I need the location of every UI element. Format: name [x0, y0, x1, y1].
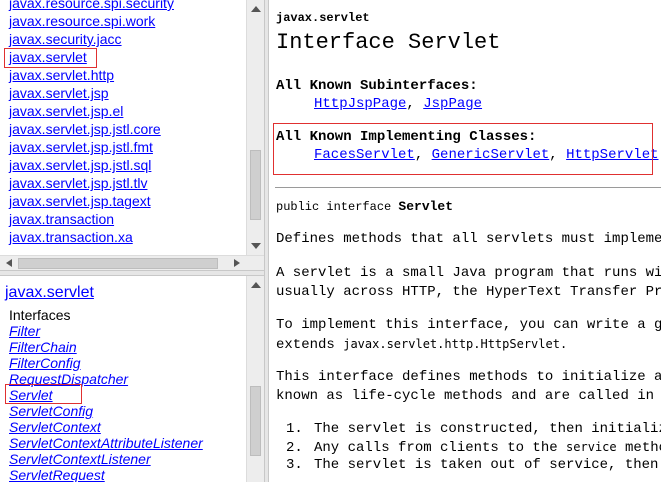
- package-link[interactable]: javax.transaction: [9, 211, 114, 227]
- lifecycle-list: 1. The servlet is constructed, then initi…: [286, 420, 661, 474]
- package-list-item: javax.servlet.jsp.tagext: [9, 192, 174, 210]
- package-link[interactable]: javax.transaction.xa: [9, 229, 133, 245]
- interface-link[interactable]: Filter: [9, 323, 40, 339]
- interface-list-item: ServletContext: [9, 419, 203, 435]
- package-link[interactable]: javax.resource.spi.security: [9, 0, 174, 11]
- page-title: Interface Servlet: [276, 30, 501, 55]
- package-list-item: javax.servlet.jsp.el: [9, 102, 174, 120]
- package-title-link[interactable]: javax.servlet: [5, 284, 94, 302]
- subinterface-link-jsppage[interactable]: JspPage: [423, 96, 482, 112]
- interface-list-item: ServletRequest: [9, 467, 203, 482]
- interface-list-item: ServletConfig: [9, 403, 203, 419]
- package-list-item: javax.resource.spi.security: [9, 0, 174, 12]
- package-name: javax.servlet: [276, 11, 370, 25]
- separator: ,: [406, 96, 424, 112]
- package-link[interactable]: javax.servlet.jsp.jstl.sql: [9, 157, 151, 173]
- package-list-item: javax.transaction.xa: [9, 228, 174, 246]
- package-link[interactable]: javax.servlet.jsp.jstl.fmt: [9, 139, 153, 155]
- subinterface-link-httpjsppage[interactable]: HttpJspPage: [314, 96, 406, 112]
- subinterfaces-links: HttpJspPage, JspPage: [314, 96, 482, 112]
- package-list-frame: javax.resource.spi.security javax.resourc…: [0, 0, 264, 270]
- package-link[interactable]: javax.servlet.jsp.jstl.core: [9, 121, 161, 137]
- interface-link[interactable]: ServletRequest: [9, 467, 105, 482]
- description-paragraph-2: A servlet is a small Java program that r…: [276, 265, 661, 300]
- package-list: javax.resource.spi.security javax.resourc…: [9, 0, 174, 246]
- interface-link[interactable]: FilterChain: [9, 339, 77, 355]
- interface-list-item: FilterConfig: [9, 355, 203, 371]
- package-list-item: javax.servlet.jsp.jstl.fmt: [9, 138, 174, 156]
- package-link[interactable]: javax.servlet.http: [9, 67, 114, 83]
- content-frame: javax.servlet Interface Servlet All Know…: [269, 0, 661, 482]
- package-list-item: javax.servlet.http: [9, 66, 174, 84]
- description-paragraph-4: This interface defines methods to initia…: [276, 369, 661, 404]
- scroll-right-arrow-icon[interactable]: [234, 259, 240, 267]
- class-list-frame: javax.servlet Interfaces Filter FilterCha…: [0, 276, 264, 482]
- package-list-vertical-scrollbar[interactable]: [246, 0, 264, 255]
- package-list-item: javax.security.jacc: [9, 30, 174, 48]
- interface-list-item: ServletContextListener: [9, 451, 203, 467]
- scroll-thumb[interactable]: [18, 258, 218, 269]
- interface-link[interactable]: ServletContextListener: [9, 451, 151, 467]
- interface-declaration: public interface Servlet: [276, 199, 454, 214]
- list-item: 1. The servlet is constructed, then initi…: [286, 421, 661, 437]
- description-paragraph-3: To implement this interface, you can wri…: [276, 317, 661, 353]
- class-list-vertical-scrollbar[interactable]: [246, 276, 264, 482]
- package-list-item: javax.servlet.jsp: [9, 84, 174, 102]
- scroll-left-arrow-icon[interactable]: [6, 259, 12, 267]
- package-link[interactable]: javax.servlet.jsp.tagext: [9, 193, 151, 209]
- highlight-box-implementing: [273, 123, 653, 175]
- declaration-name: Servlet: [398, 199, 454, 214]
- scroll-up-arrow-icon[interactable]: [251, 282, 261, 288]
- code-httpservlet: javax.servlet.http.HttpServlet.: [343, 337, 568, 351]
- horizontal-rule: [275, 187, 661, 188]
- package-list-item: javax.servlet.jsp.jstl.sql: [9, 156, 174, 174]
- scroll-down-arrow-icon[interactable]: [251, 243, 261, 249]
- interface-link[interactable]: ServletContext: [9, 419, 101, 435]
- scroll-thumb[interactable]: [250, 386, 261, 456]
- interface-list-item: FilterChain: [9, 339, 203, 355]
- subinterfaces-heading: All Known Subinterfaces:: [276, 78, 478, 94]
- list-item: 2. Any calls from clients to the service …: [286, 440, 661, 456]
- interface-link[interactable]: ServletContextAttributeListener: [9, 435, 203, 451]
- interface-list-item: ServletContextAttributeListener: [9, 435, 203, 451]
- package-list-item: javax.servlet.jsp.jstl.core: [9, 120, 174, 138]
- package-link[interactable]: javax.servlet.jsp.jstl.tlv: [9, 175, 147, 191]
- package-list-item: javax.servlet.jsp.jstl.tlv: [9, 174, 174, 192]
- package-list-item: javax.resource.spi.work: [9, 12, 174, 30]
- package-link[interactable]: javax.resource.spi.work: [9, 13, 155, 29]
- interfaces-heading: Interfaces: [9, 307, 71, 323]
- package-list-horizontal-scrollbar[interactable]: [0, 255, 264, 270]
- package-link[interactable]: javax.security.jacc: [9, 31, 122, 47]
- interface-link[interactable]: ServletConfig: [9, 403, 93, 419]
- interface-link[interactable]: FilterConfig: [9, 355, 81, 371]
- package-list-item: javax.transaction: [9, 210, 174, 228]
- description-paragraph-1: Defines methods that all servlets must i…: [276, 231, 661, 247]
- scroll-thumb[interactable]: [250, 150, 261, 220]
- list-item: 3. The servlet is taken out of service, t…: [286, 457, 661, 473]
- interface-list-item: Filter: [9, 323, 203, 339]
- scroll-up-arrow-icon[interactable]: [251, 6, 261, 12]
- package-link[interactable]: javax.servlet.jsp.el: [9, 103, 123, 119]
- highlight-box-interface: [5, 384, 82, 404]
- highlight-box-package: [4, 48, 97, 68]
- package-link[interactable]: javax.servlet.jsp: [9, 85, 109, 101]
